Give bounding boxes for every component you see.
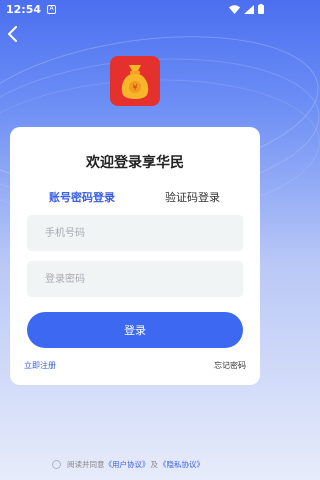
battery-icon [258, 4, 264, 14]
notification-icon: A [47, 4, 57, 14]
money-bag-icon: ¥ [121, 65, 149, 99]
user-agreement-link[interactable]: 《用户协议》 [105, 459, 150, 470]
privacy-policy-link[interactable]: 《隐私协议》 [159, 459, 204, 470]
signal-icon [244, 4, 254, 14]
phone-input[interactable] [27, 215, 243, 251]
forgot-password-link[interactable]: 忘记密码 [214, 360, 246, 371]
back-icon[interactable] [6, 26, 24, 44]
agreement-row: 阅读并同意 《用户协议》 及 《隐私协议》 [52, 459, 204, 470]
login-card: 欢迎登录享华民 账号密码登录 验证码登录 登录 立即注册 忘记密码 [10, 127, 260, 385]
page-title: 欢迎登录享华民 [86, 155, 184, 171]
login-button[interactable]: 登录 [27, 312, 243, 348]
status-bar: 12:54 A [0, 0, 270, 18]
register-link[interactable]: 立即注册 [24, 360, 56, 371]
agreement-and: 及 [150, 460, 159, 469]
tab-password-login[interactable]: 账号密码登录 [49, 189, 115, 205]
wifi-icon [229, 4, 240, 14]
password-input[interactable] [27, 261, 243, 297]
login-tabs: 账号密码登录 验证码登录 [10, 189, 260, 209]
status-time: 12:54 [6, 2, 42, 16]
agreement-checkbox[interactable] [52, 460, 61, 469]
svg-text:¥: ¥ [132, 83, 137, 92]
agreement-prefix: 阅读并同意 [67, 460, 105, 469]
app-logo: ¥ [110, 56, 160, 106]
tab-code-login[interactable]: 验证码登录 [165, 189, 220, 205]
